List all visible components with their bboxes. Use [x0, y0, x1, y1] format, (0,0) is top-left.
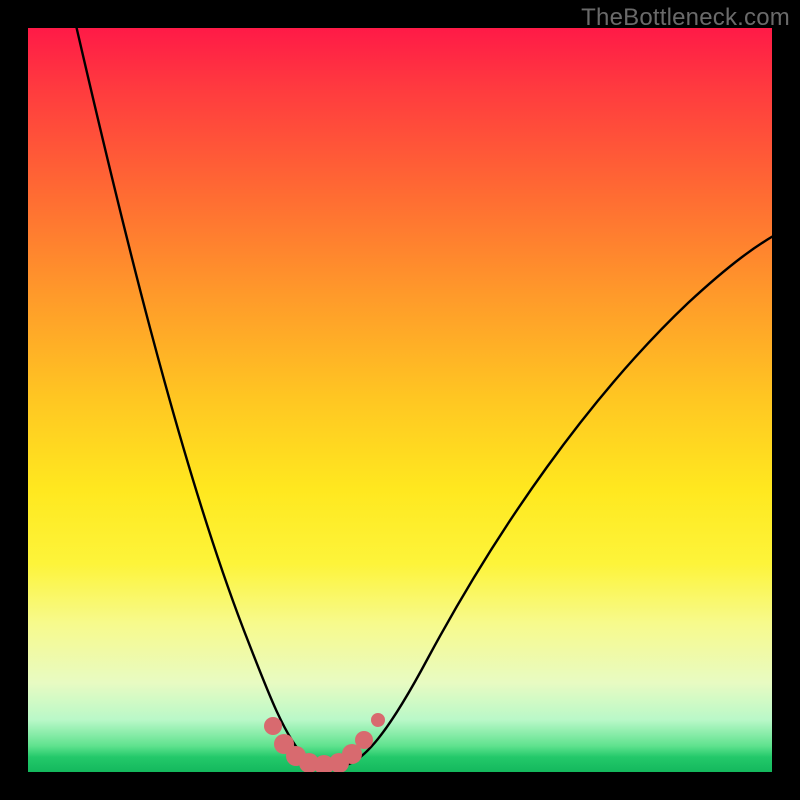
bottleneck-curve: [72, 28, 772, 767]
plot-area: [28, 28, 772, 772]
watermark-text: TheBottleneck.com: [581, 4, 790, 32]
bottleneck-curve-svg: [28, 28, 772, 772]
